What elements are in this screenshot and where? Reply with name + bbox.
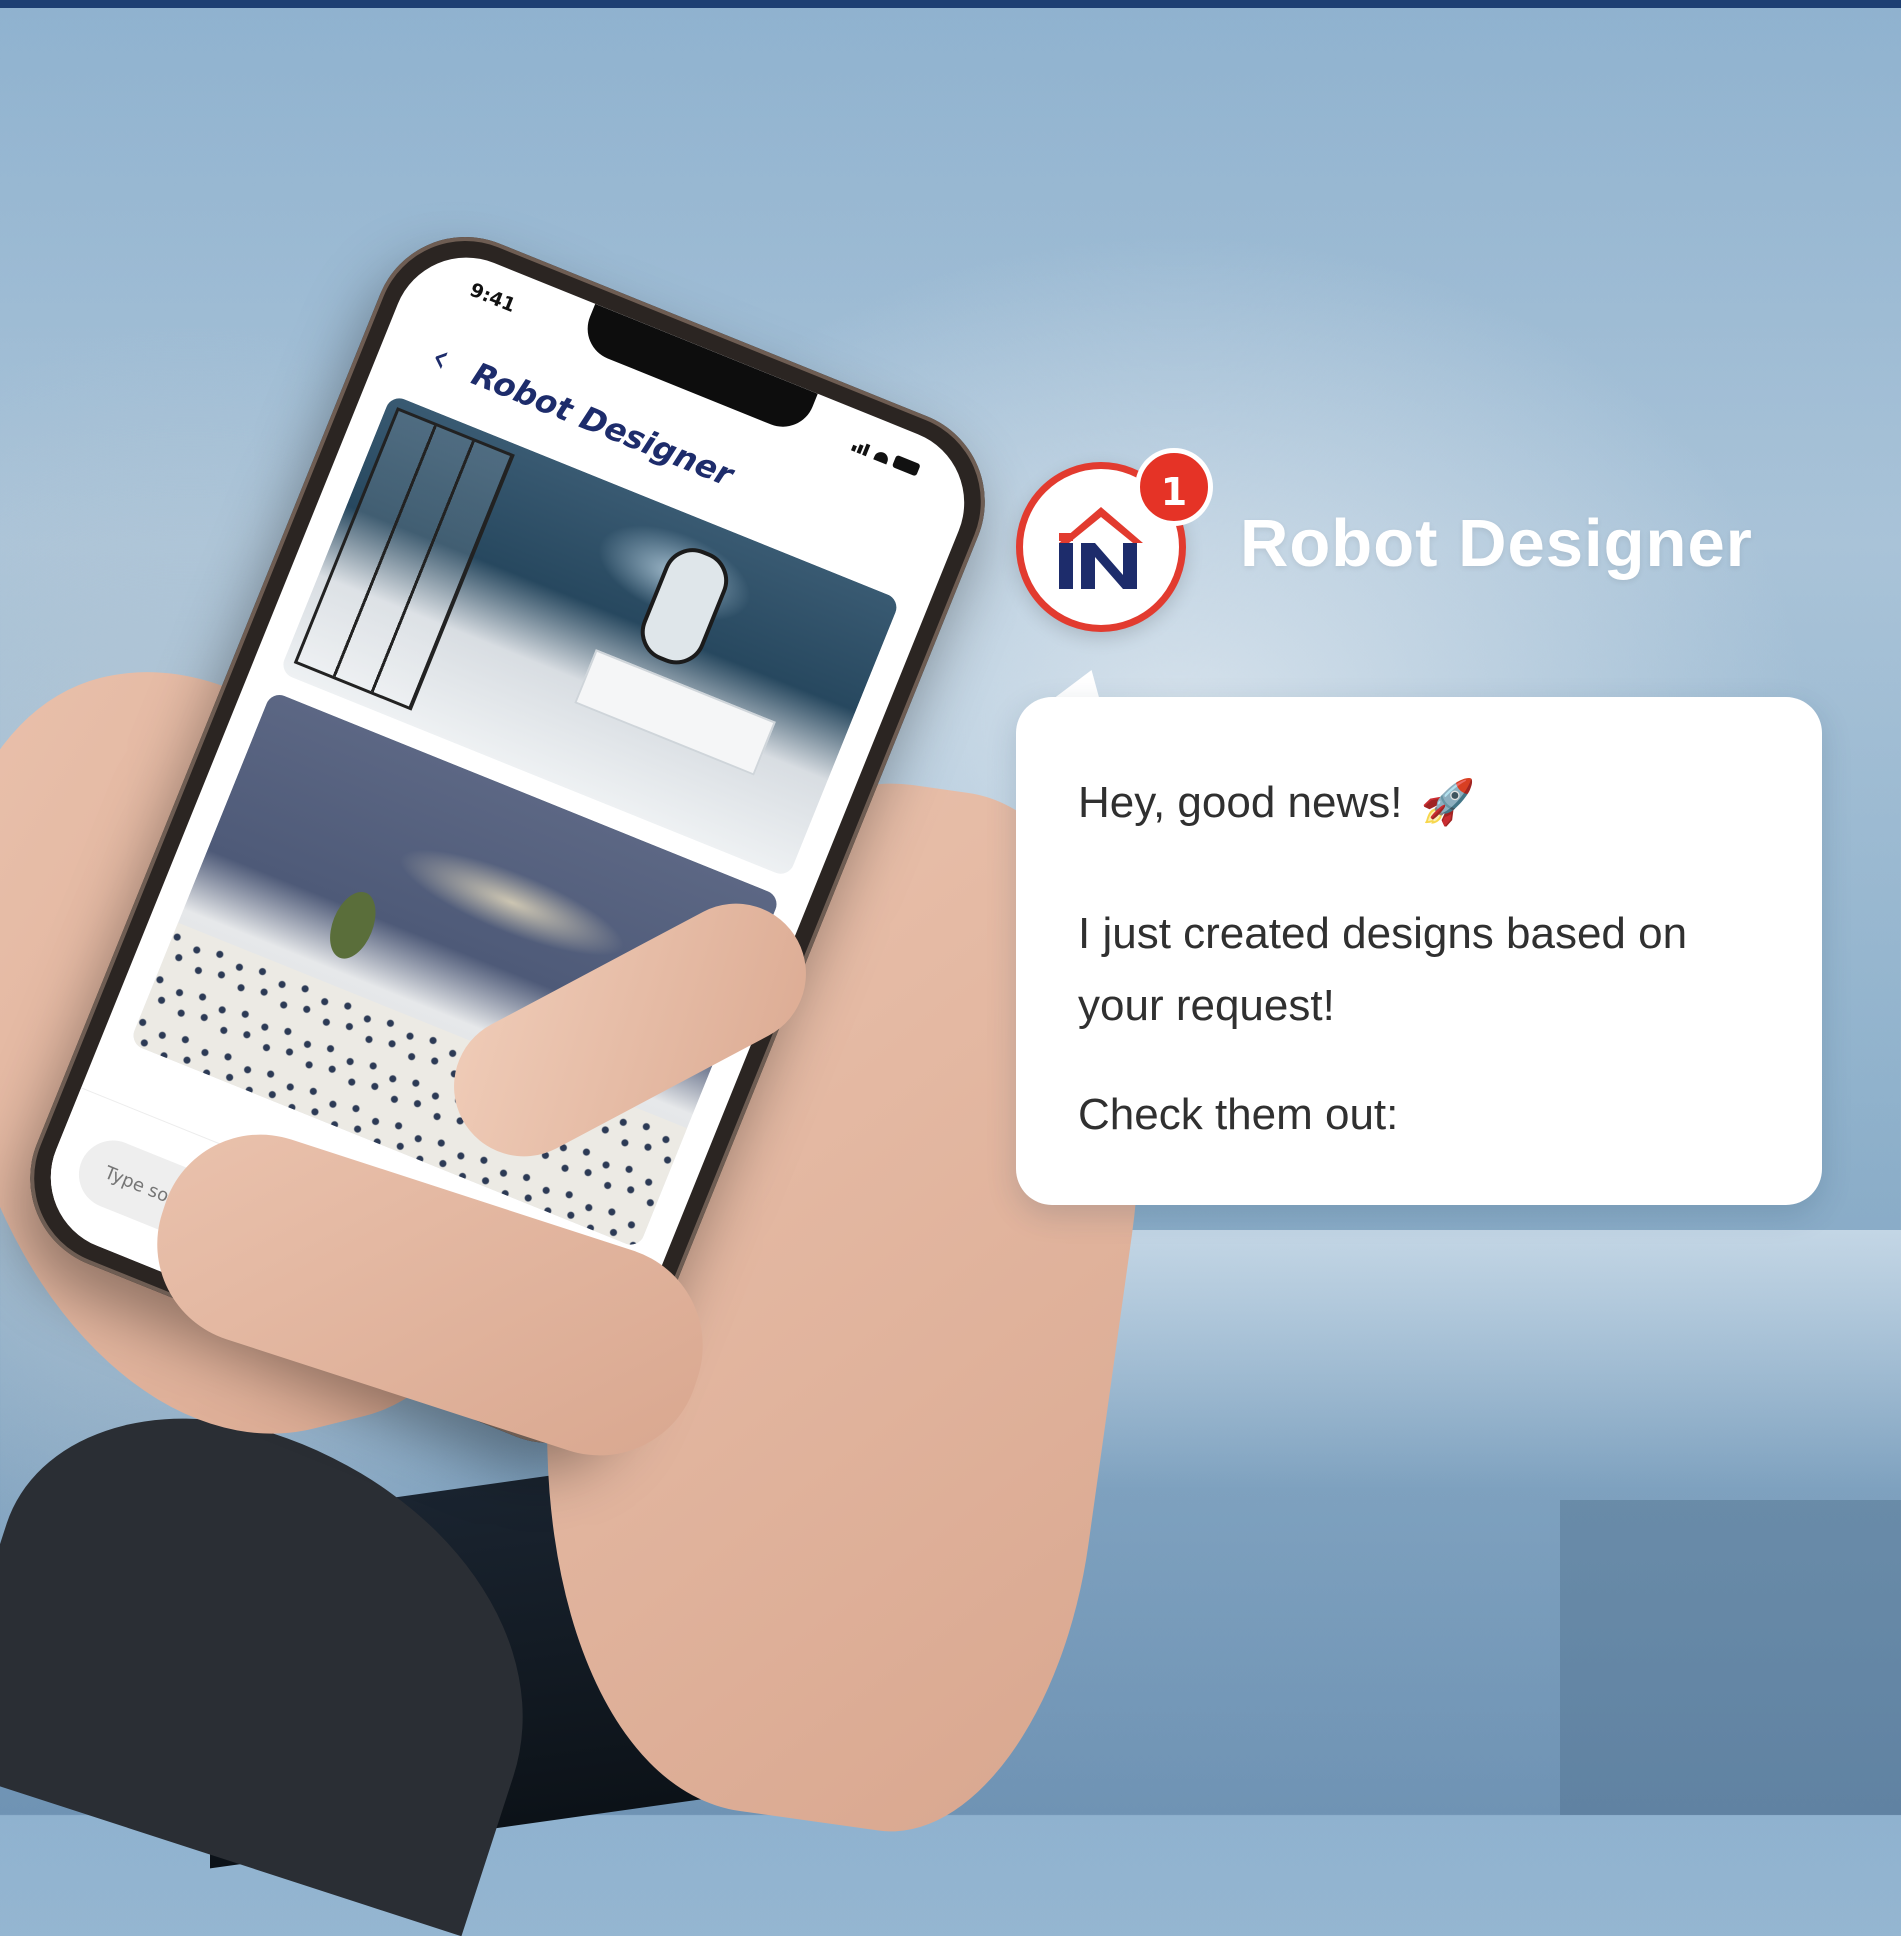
message-line-3: Check them out: bbox=[1078, 1090, 1399, 1139]
background-panel bbox=[1560, 1500, 1901, 1815]
battery-icon bbox=[891, 454, 921, 477]
rocket-icon: 🚀 bbox=[1420, 778, 1476, 827]
notification-badge: 1 bbox=[1135, 448, 1213, 526]
message-text: Hey, good news! bbox=[1078, 778, 1403, 827]
mirror bbox=[632, 539, 738, 674]
sender-name: Robot Designer bbox=[1240, 506, 1753, 581]
status-icons bbox=[850, 435, 924, 477]
shower-glass bbox=[293, 407, 515, 711]
message-line-2: I just created designs based on your req… bbox=[1078, 909, 1688, 1030]
message-line-1: Hey, good news! 🚀 bbox=[1078, 776, 1475, 828]
plant bbox=[320, 885, 385, 966]
back-chevron-icon[interactable]: ‹ bbox=[425, 334, 469, 384]
wifi-icon bbox=[873, 450, 890, 465]
sleeve bbox=[0, 1363, 592, 1936]
status-time: 9:41 bbox=[466, 278, 519, 318]
vanity bbox=[574, 649, 777, 776]
in-logo-icon bbox=[1059, 507, 1143, 589]
top-border-bar bbox=[0, 0, 1901, 8]
background-light-surface bbox=[1080, 1230, 1901, 1490]
